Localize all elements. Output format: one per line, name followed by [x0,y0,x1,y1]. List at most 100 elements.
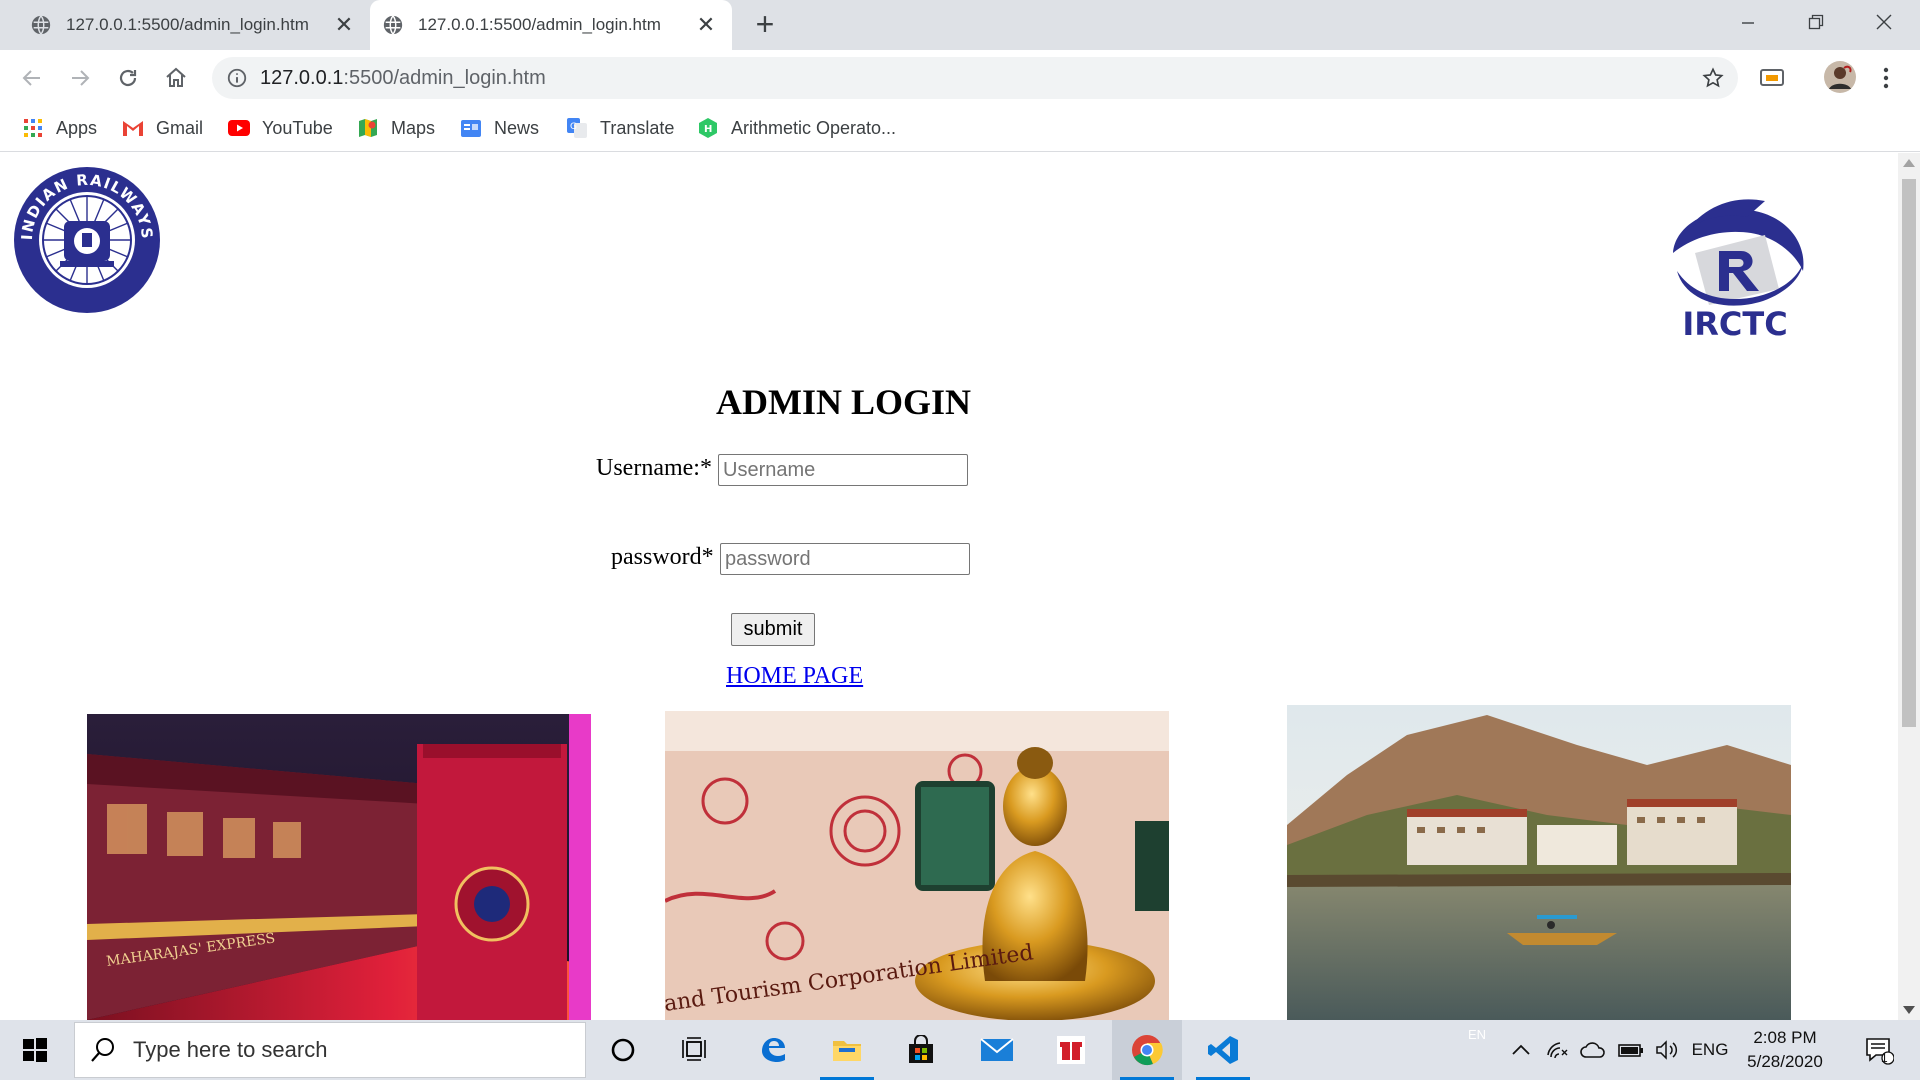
translate-icon: G [566,117,588,139]
tab-close-icon[interactable]: ✕ [694,12,718,38]
username-input[interactable] [718,454,968,486]
language-indicator[interactable]: ENG [1688,1020,1732,1080]
cortana-icon [611,1038,635,1062]
scroll-down-icon[interactable] [1903,1006,1915,1014]
bookmark-star-icon[interactable] [1702,67,1724,89]
news-icon [460,117,482,139]
svg-text:G: G [570,122,577,132]
home-button[interactable] [160,62,192,94]
close-icon [1876,14,1892,30]
reload-button[interactable] [112,62,144,94]
globe-icon [31,15,51,35]
photo-lake-houseboats [1287,705,1791,1020]
clock-date: 5/28/2020 [1747,1052,1823,1071]
notification-count: 1 [1881,1051,1888,1065]
tab-title: 127.0.0.1:5500/admin_login.htm [66,15,309,34]
bookmark-news[interactable]: News [460,114,539,142]
cortana-button[interactable] [588,1020,658,1080]
password-label: password* [611,544,714,570]
lang-indicator-small: EN [1467,1026,1487,1042]
bookmark-label: YouTube [262,117,333,138]
minimize-icon [1742,22,1754,24]
clock-time: 2:08 PM [1753,1028,1817,1047]
wifi-icon [1547,1042,1568,1059]
battery-status[interactable] [1614,1020,1648,1080]
mail-taskbar-button[interactable] [962,1020,1032,1080]
chevron-up-icon [1512,1044,1530,1055]
browser-tab-active[interactable]: 127.0.0.1:5500/admin_login.htm ✕ [370,0,732,50]
cast-icon [1760,69,1784,86]
scroll-up-icon[interactable] [1903,159,1915,167]
scrollbar-thumb[interactable] [1902,179,1916,727]
edge-taskbar-button[interactable] [738,1020,808,1080]
edge-icon [762,1038,785,1062]
bookmarks-bar: Apps Gmail YouTube Maps News G Translate… [0,104,1920,152]
task-view-icon [682,1037,706,1061]
forward-button[interactable] [64,62,96,94]
tab-close-icon[interactable]: ✕ [332,12,356,38]
globe-icon [383,15,403,35]
username-label: Username:* [596,455,712,481]
new-tab-button[interactable]: + [748,8,782,42]
browser-tab[interactable]: 127.0.0.1:5500/admin_login.htm ✕ [18,0,370,50]
svg-text:H: H [704,124,712,135]
bookmark-arithmetic[interactable]: H Arithmetic Operato... [697,114,896,142]
restore-button[interactable] [1782,0,1850,44]
search-icon [91,1038,114,1062]
irctc-logo-text: IRCTC [1682,305,1787,343]
task-view-button[interactable] [660,1020,730,1080]
bookmark-apps[interactable]: Apps [22,114,97,142]
action-center-button[interactable]: 1 [1854,1020,1904,1080]
volume-control[interactable] [1650,1020,1684,1080]
photo-buddha-train: and Tourism Corporation Limited [665,711,1169,1020]
tab-title: 127.0.0.1:5500/admin_login.htm [418,15,661,34]
onedrive-status[interactable] [1576,1020,1610,1080]
gift-app-taskbar-button[interactable] [1036,1020,1106,1080]
vscode-taskbar-button[interactable] [1188,1020,1258,1080]
speaker-icon [1656,1040,1678,1060]
avatar-icon [1824,61,1856,93]
chrome-taskbar-button[interactable] [1112,1020,1182,1080]
file-explorer-taskbar-button[interactable] [812,1020,882,1080]
browser-toolbar: 127.0.0.1:5500/admin_login.htm [0,50,1920,104]
page-title: ADMIN LOGIN [716,382,972,422]
address-bar[interactable]: 127.0.0.1:5500/admin_login.htm [212,57,1738,99]
bookmark-gmail[interactable]: Gmail [122,114,203,142]
indian-railways-logo: INDIAN RAILWAYS [14,167,160,313]
chrome-icon [1132,1035,1163,1066]
submit-button[interactable]: submit [731,613,815,646]
bookmark-label: Translate [600,117,675,138]
taskbar-clock[interactable]: 2:08 PM 5/28/2020 [1740,1026,1830,1074]
windows-taskbar: Type here to search EN ENG 2:08 PM 5/28/… [0,1020,1920,1080]
info-icon[interactable] [226,67,248,89]
store-bag-icon [909,1035,933,1063]
bookmark-maps[interactable]: Maps [357,114,435,142]
password-input[interactable] [720,543,970,575]
page-scrollbar[interactable] [1898,153,1920,1020]
url-path: :5500/admin_login.htm [343,67,546,89]
gmail-icon [122,117,144,139]
bookmark-youtube[interactable]: YouTube [228,114,333,142]
wifi-status[interactable] [1542,1020,1572,1080]
home-page-link[interactable]: HOME PAGE [726,663,863,690]
bookmark-label: Apps [56,117,98,138]
back-button[interactable] [16,62,48,94]
url-text[interactable]: 127.0.0.1:5500/admin_login.htm [260,67,546,90]
home-icon [166,67,186,87]
store-taskbar-button[interactable] [886,1020,956,1080]
minimize-button[interactable] [1714,0,1782,44]
start-button[interactable] [0,1020,70,1080]
menu-button[interactable] [1870,62,1902,94]
gift-icon [1057,1036,1085,1064]
show-hidden-icons-button[interactable] [1506,1020,1536,1080]
close-window-button[interactable] [1850,0,1918,44]
taskbar-search-box[interactable]: Type here to search [74,1022,586,1078]
bookmark-translate[interactable]: G Translate [566,114,674,142]
cast-button[interactable] [1756,62,1788,94]
restore-icon [1808,14,1824,30]
vscode-icon [1208,1036,1238,1064]
profile-avatar[interactable] [1822,59,1858,95]
maps-icon [357,117,379,139]
search-placeholder: Type here to search [133,1037,328,1062]
cloud-icon [1580,1042,1605,1058]
